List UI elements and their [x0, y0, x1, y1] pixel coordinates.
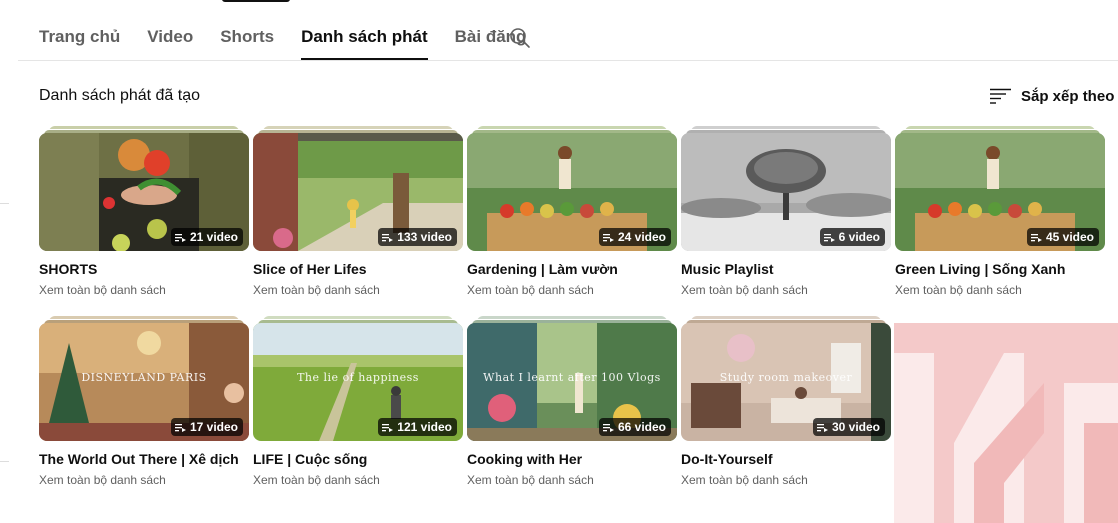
- video-count: 17 video: [189, 420, 238, 434]
- playlist-icon: [382, 423, 394, 432]
- playlist-icon: [823, 233, 835, 242]
- edge-divider: [0, 203, 9, 204]
- sort-button[interactable]: Sắp xếp theo: [990, 85, 1114, 107]
- playlist-icon: [174, 233, 186, 242]
- tabs-divider: [18, 60, 1118, 61]
- video-count-badge: 21 video: [170, 228, 243, 246]
- playlist-card-shorts[interactable]: 21 video SHORTS Xem toàn bộ danh sách: [39, 126, 249, 297]
- video-count: 21 video: [189, 230, 238, 244]
- playlist-thumbnail[interactable]: 21 video: [39, 133, 249, 251]
- playlist-card-slice-of-her-lifes[interactable]: 133 video Slice of Her Lifes Xem toàn bộ…: [253, 126, 463, 297]
- tab-home[interactable]: Trang chủ: [39, 0, 120, 60]
- video-count: 133 video: [397, 230, 452, 244]
- playlist-icon: [382, 233, 394, 242]
- video-count: 30 video: [831, 420, 880, 434]
- playlist-icon: [174, 423, 186, 432]
- playlist-title[interactable]: Do-It-Yourself: [681, 451, 891, 467]
- view-full-playlist-link[interactable]: Xem toàn bộ danh sách: [467, 473, 677, 487]
- video-count: 45 video: [1045, 230, 1094, 244]
- thumbnail-overlay-text: The lie of happiness: [297, 371, 419, 384]
- channel-tabs: Trang chủ Video Shorts Danh sách phát Bà…: [39, 0, 553, 61]
- tab-videos[interactable]: Video: [147, 0, 193, 60]
- playlist-card-gardening[interactable]: 24 video Gardening | Làm vườn Xem toàn b…: [467, 126, 677, 297]
- playlist-icon: [602, 233, 614, 242]
- tab-shorts[interactable]: Shorts: [220, 0, 274, 60]
- video-count-badge: 17 video: [170, 418, 243, 436]
- video-count-badge: 121 video: [378, 418, 457, 436]
- view-full-playlist-link[interactable]: Xem toàn bộ danh sách: [681, 283, 891, 297]
- video-count: 121 video: [397, 420, 452, 434]
- section-title: Danh sách phát đã tạo: [39, 87, 201, 104]
- playlist-title[interactable]: Gardening | Làm vườn: [467, 261, 677, 277]
- playlist-thumbnail[interactable]: 6 video: [681, 133, 891, 251]
- view-full-playlist-link[interactable]: Xem toàn bộ danh sách: [681, 473, 891, 487]
- search-icon: [510, 28, 530, 48]
- search-button[interactable]: [508, 26, 532, 50]
- playlist-thumbnail[interactable]: What I learnt after 100 Vlogs 66 video: [467, 323, 677, 441]
- playlist-card-green-living[interactable]: 45 video Green Living | Sống Xanh Xem to…: [895, 126, 1105, 297]
- video-count-badge: 45 video: [1026, 228, 1099, 246]
- sort-label: Sắp xếp theo: [1021, 87, 1115, 105]
- playlist-thumbnail[interactable]: 133 video: [253, 133, 463, 251]
- playlist-title[interactable]: Music Playlist: [681, 261, 891, 277]
- view-full-playlist-link[interactable]: Xem toàn bộ danh sách: [253, 473, 463, 487]
- video-count: 66 video: [617, 420, 666, 434]
- view-full-playlist-link[interactable]: Xem toàn bộ danh sách: [253, 283, 463, 297]
- video-count-badge: 66 video: [598, 418, 671, 436]
- video-count-badge: 133 video: [378, 228, 457, 246]
- video-count-badge: 24 video: [598, 228, 671, 246]
- thumbnail-overlay-text: DISNEYLAND PARIS: [81, 371, 207, 384]
- playlist-card-the-world-out-there[interactable]: DISNEYLAND PARIS 17 video The World Out …: [39, 316, 249, 487]
- playlist-icon: [602, 423, 614, 432]
- playlist-card-life[interactable]: The lie of happiness 121 video LIFE | Cu…: [253, 316, 463, 487]
- watermark-logo: [894, 323, 1118, 523]
- playlist-icon: [1030, 233, 1042, 242]
- thumbnail-overlay-text: Study room makeover: [719, 371, 853, 384]
- thumbnail-overlay-text: What I learnt after 100 Vlogs: [483, 371, 661, 384]
- playlist-title[interactable]: Slice of Her Lifes: [253, 261, 463, 277]
- playlist-title[interactable]: Green Living | Sống Xanh: [895, 261, 1105, 277]
- playlist-thumbnail[interactable]: Study room makeover 30 video: [681, 323, 891, 441]
- view-full-playlist-link[interactable]: Xem toàn bộ danh sách: [467, 283, 677, 297]
- view-full-playlist-link[interactable]: Xem toàn bộ danh sách: [39, 283, 249, 297]
- view-full-playlist-link[interactable]: Xem toàn bộ danh sách: [895, 283, 1105, 297]
- playlist-thumbnail[interactable]: 24 video: [467, 133, 677, 251]
- view-full-playlist-link[interactable]: Xem toàn bộ danh sách: [39, 473, 249, 487]
- playlist-title[interactable]: The World Out There | Xê dịch: [39, 451, 249, 467]
- video-count: 24 video: [617, 230, 666, 244]
- video-count-badge: 30 video: [812, 418, 885, 436]
- video-count-badge: 6 video: [819, 228, 885, 246]
- playlist-thumbnail[interactable]: The lie of happiness 121 video: [253, 323, 463, 441]
- playlist-thumbnail[interactable]: DISNEYLAND PARIS 17 video: [39, 323, 249, 441]
- playlist-title[interactable]: LIFE | Cuộc sống: [253, 451, 463, 467]
- tab-playlists[interactable]: Danh sách phát: [301, 0, 428, 60]
- sort-icon: [990, 88, 1011, 104]
- playlist-card-do-it-yourself[interactable]: Study room makeover 30 video Do-It-Yours…: [681, 316, 891, 487]
- edge-divider: [0, 461, 9, 462]
- playlist-title[interactable]: SHORTS: [39, 261, 249, 277]
- playlist-icon: [816, 423, 828, 432]
- playlist-card-music[interactable]: 6 video Music Playlist Xem toàn bộ danh …: [681, 126, 891, 297]
- video-count: 6 video: [838, 230, 880, 244]
- playlist-title[interactable]: Cooking with Her: [467, 451, 677, 467]
- playlist-thumbnail[interactable]: 45 video: [895, 133, 1105, 251]
- playlist-card-cooking-with-her[interactable]: What I learnt after 100 Vlogs 66 video C…: [467, 316, 677, 487]
